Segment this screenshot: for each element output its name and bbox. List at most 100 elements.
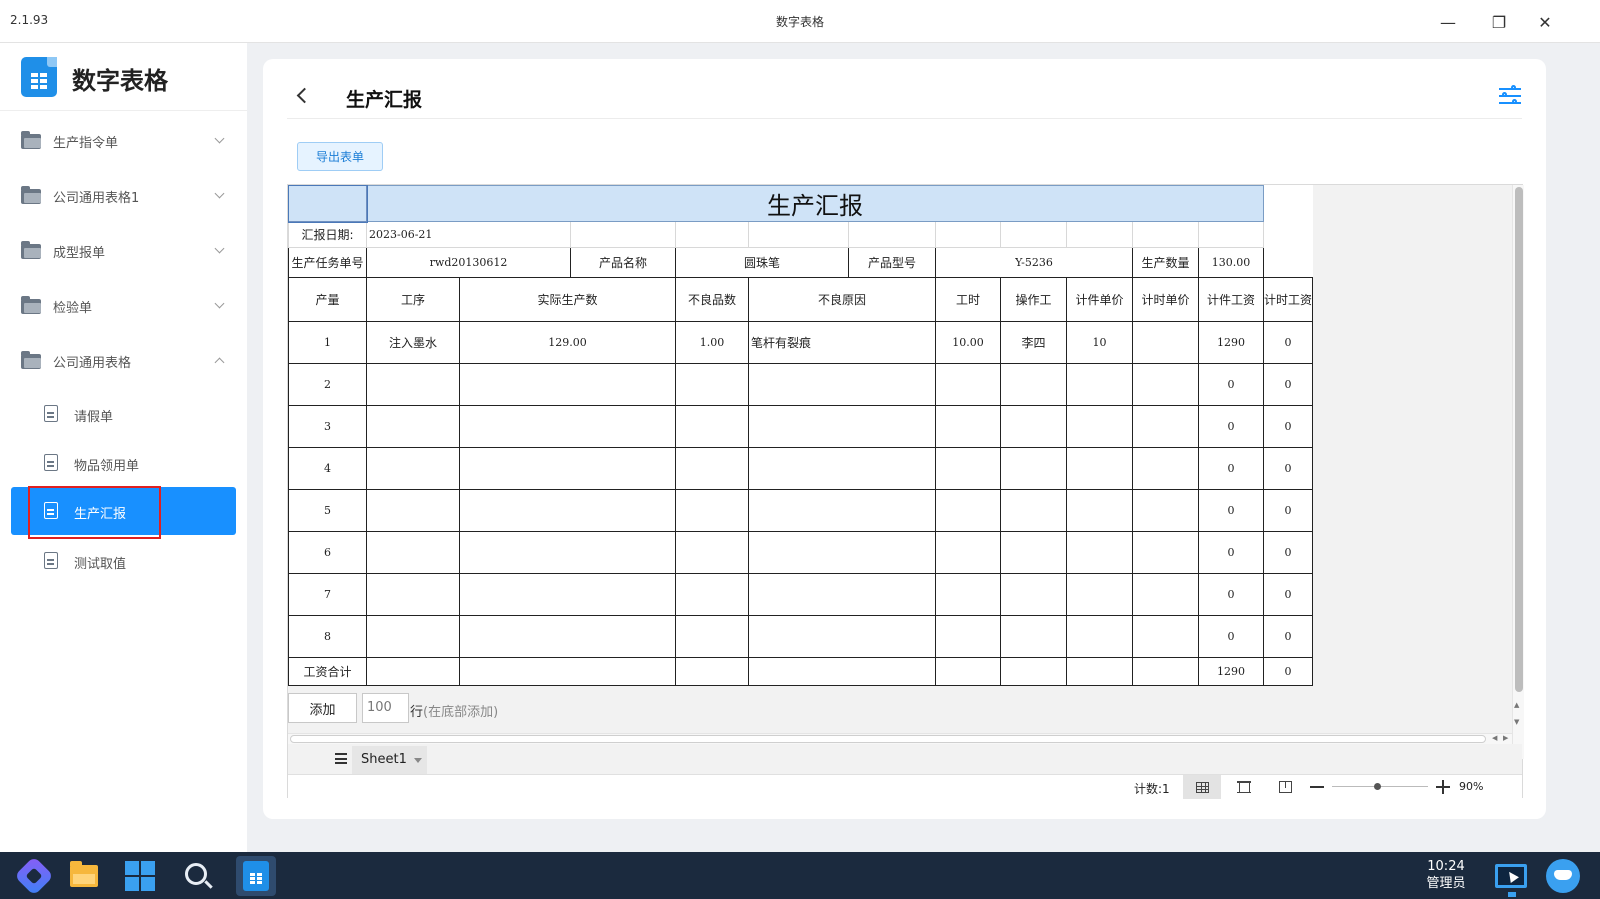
product-model-label[interactable]: 产品型号 bbox=[848, 247, 936, 278]
table-cell[interactable]: 0 bbox=[1198, 447, 1264, 490]
table-cell[interactable]: 1290 bbox=[1198, 321, 1264, 364]
sidebar-item-leave-request[interactable]: 请假单 bbox=[11, 390, 236, 438]
settings-sliders-icon[interactable] bbox=[1499, 85, 1521, 105]
col-header[interactable]: 工序 bbox=[366, 277, 460, 322]
col-header[interactable]: 产量 bbox=[288, 277, 367, 322]
quantity-value[interactable]: 130.00 bbox=[1198, 247, 1264, 278]
table-cell[interactable] bbox=[1132, 447, 1199, 490]
total-piece-wage[interactable]: 1290 bbox=[1198, 657, 1264, 686]
taskbar-start-button[interactable] bbox=[14, 856, 54, 896]
table-cell[interactable]: 1 bbox=[288, 321, 367, 364]
quantity-label[interactable]: 生产数量 bbox=[1132, 247, 1199, 278]
export-form-button[interactable]: 导出表单 bbox=[297, 142, 383, 171]
table-cell[interactable]: 4 bbox=[288, 447, 367, 490]
table-cell[interactable] bbox=[1132, 531, 1199, 574]
task-no-value[interactable]: rwd20130612 bbox=[366, 247, 571, 278]
table-cell[interactable] bbox=[366, 405, 460, 448]
table-cell[interactable]: 0 bbox=[1198, 405, 1264, 448]
table-cell[interactable]: 笔杆有裂痕 bbox=[748, 321, 936, 364]
table-cell[interactable] bbox=[366, 573, 460, 616]
taskbar-apps-button[interactable] bbox=[120, 856, 160, 896]
table-cell[interactable] bbox=[1000, 531, 1067, 574]
minimize-button[interactable]: — bbox=[1433, 8, 1463, 36]
table-cell[interactable]: 2 bbox=[288, 363, 367, 406]
table-cell[interactable]: 0 bbox=[1262, 573, 1314, 616]
table-cell[interactable]: 3 bbox=[288, 405, 367, 448]
sheet-tab[interactable]: Sheet1 bbox=[352, 746, 427, 774]
table-cell[interactable] bbox=[935, 531, 1001, 574]
table-cell[interactable]: 0 bbox=[1198, 531, 1264, 574]
table-cell[interactable]: 129.00 bbox=[459, 321, 676, 364]
table-cell[interactable] bbox=[935, 573, 1001, 616]
table-cell[interactable] bbox=[1000, 489, 1067, 532]
col-header[interactable]: 计时工资 bbox=[1262, 277, 1314, 322]
table-cell[interactable]: 0 bbox=[1262, 363, 1314, 406]
sidebar-group-company-forms[interactable]: 公司通用表格 bbox=[0, 341, 247, 381]
col-header[interactable]: 工时 bbox=[935, 277, 1001, 322]
table-cell[interactable]: 10.00 bbox=[935, 321, 1001, 364]
sidebar-group-company-forms-1[interactable]: 公司通用表格1 bbox=[0, 176, 247, 216]
table-cell[interactable] bbox=[1000, 447, 1067, 490]
table-cell[interactable]: 7 bbox=[288, 573, 367, 616]
col-header[interactable]: 计件工资 bbox=[1198, 277, 1264, 322]
col-header[interactable]: 计时单价 bbox=[1132, 277, 1199, 322]
table-cell[interactable] bbox=[459, 531, 676, 574]
table-cell[interactable]: 0 bbox=[1198, 615, 1264, 658]
table-cell[interactable] bbox=[748, 363, 936, 406]
vertical-scroll-thumb[interactable] bbox=[1515, 187, 1523, 692]
table-cell[interactable] bbox=[459, 573, 676, 616]
close-button[interactable]: ✕ bbox=[1530, 8, 1560, 36]
table-cell[interactable] bbox=[675, 531, 749, 574]
table-cell[interactable] bbox=[1066, 531, 1133, 574]
back-icon[interactable] bbox=[296, 87, 313, 104]
scroll-down-icon[interactable]: ▼ bbox=[1514, 718, 1519, 726]
table-cell[interactable] bbox=[459, 489, 676, 532]
page-layout-button[interactable] bbox=[1225, 775, 1263, 799]
normal-view-button[interactable] bbox=[1183, 775, 1221, 799]
scroll-left-icon[interactable]: ◀ bbox=[1492, 734, 1497, 742]
table-cell[interactable] bbox=[366, 489, 460, 532]
table-cell[interactable] bbox=[366, 363, 460, 406]
scroll-right-icon[interactable]: ▶ bbox=[1503, 734, 1508, 742]
table-cell[interactable]: 李四 bbox=[1000, 321, 1067, 364]
product-name-label[interactable]: 产品名称 bbox=[570, 247, 676, 278]
table-cell[interactable]: 注入墨水 bbox=[366, 321, 460, 364]
table-cell[interactable] bbox=[1066, 489, 1133, 532]
sidebar-group-inspection[interactable]: 检验单 bbox=[0, 286, 247, 326]
product-model-value[interactable]: Y-5236 bbox=[935, 247, 1133, 278]
table-cell[interactable] bbox=[675, 363, 749, 406]
table-cell[interactable] bbox=[748, 531, 936, 574]
table-cell[interactable]: 0 bbox=[1198, 573, 1264, 616]
table-cell[interactable]: 10 bbox=[1066, 321, 1133, 364]
table-cell[interactable] bbox=[1066, 447, 1133, 490]
table-cell[interactable]: 8 bbox=[288, 615, 367, 658]
sheet-title[interactable]: 生产汇报 bbox=[366, 185, 1264, 222]
sidebar-item-test-value[interactable]: 测试取值 bbox=[11, 537, 236, 585]
table-cell[interactable] bbox=[1000, 363, 1067, 406]
table-cell[interactable]: 0 bbox=[1198, 363, 1264, 406]
table-cell[interactable]: 0 bbox=[1262, 615, 1314, 658]
table-cell[interactable] bbox=[675, 489, 749, 532]
selected-cell[interactable] bbox=[287, 184, 368, 223]
dropdown-arrow-icon[interactable] bbox=[414, 758, 422, 763]
table-cell[interactable] bbox=[1132, 321, 1199, 364]
table-cell[interactable] bbox=[748, 447, 936, 490]
table-cell[interactable] bbox=[1066, 363, 1133, 406]
table-cell[interactable]: 0 bbox=[1262, 489, 1314, 532]
table-cell[interactable] bbox=[1132, 573, 1199, 616]
table-cell[interactable]: 0 bbox=[1262, 447, 1314, 490]
table-cell[interactable] bbox=[935, 489, 1001, 532]
table-cell[interactable] bbox=[675, 447, 749, 490]
table-cell[interactable] bbox=[1132, 489, 1199, 532]
table-cell[interactable]: 0 bbox=[1262, 321, 1314, 364]
taskbar-chat[interactable] bbox=[1543, 856, 1583, 896]
table-cell[interactable] bbox=[459, 363, 676, 406]
table-cell[interactable] bbox=[1132, 615, 1199, 658]
table-cell[interactable]: 0 bbox=[1262, 531, 1314, 574]
table-cell[interactable] bbox=[748, 573, 936, 616]
sidebar-group-production-order[interactable]: 生产指令单 bbox=[0, 121, 247, 161]
table-cell[interactable] bbox=[1066, 573, 1133, 616]
sidebar-group-molding-report[interactable]: 成型报单 bbox=[0, 231, 247, 271]
zoom-in-icon[interactable] bbox=[1436, 780, 1450, 794]
product-name-value[interactable]: 圆珠笔 bbox=[675, 247, 849, 278]
